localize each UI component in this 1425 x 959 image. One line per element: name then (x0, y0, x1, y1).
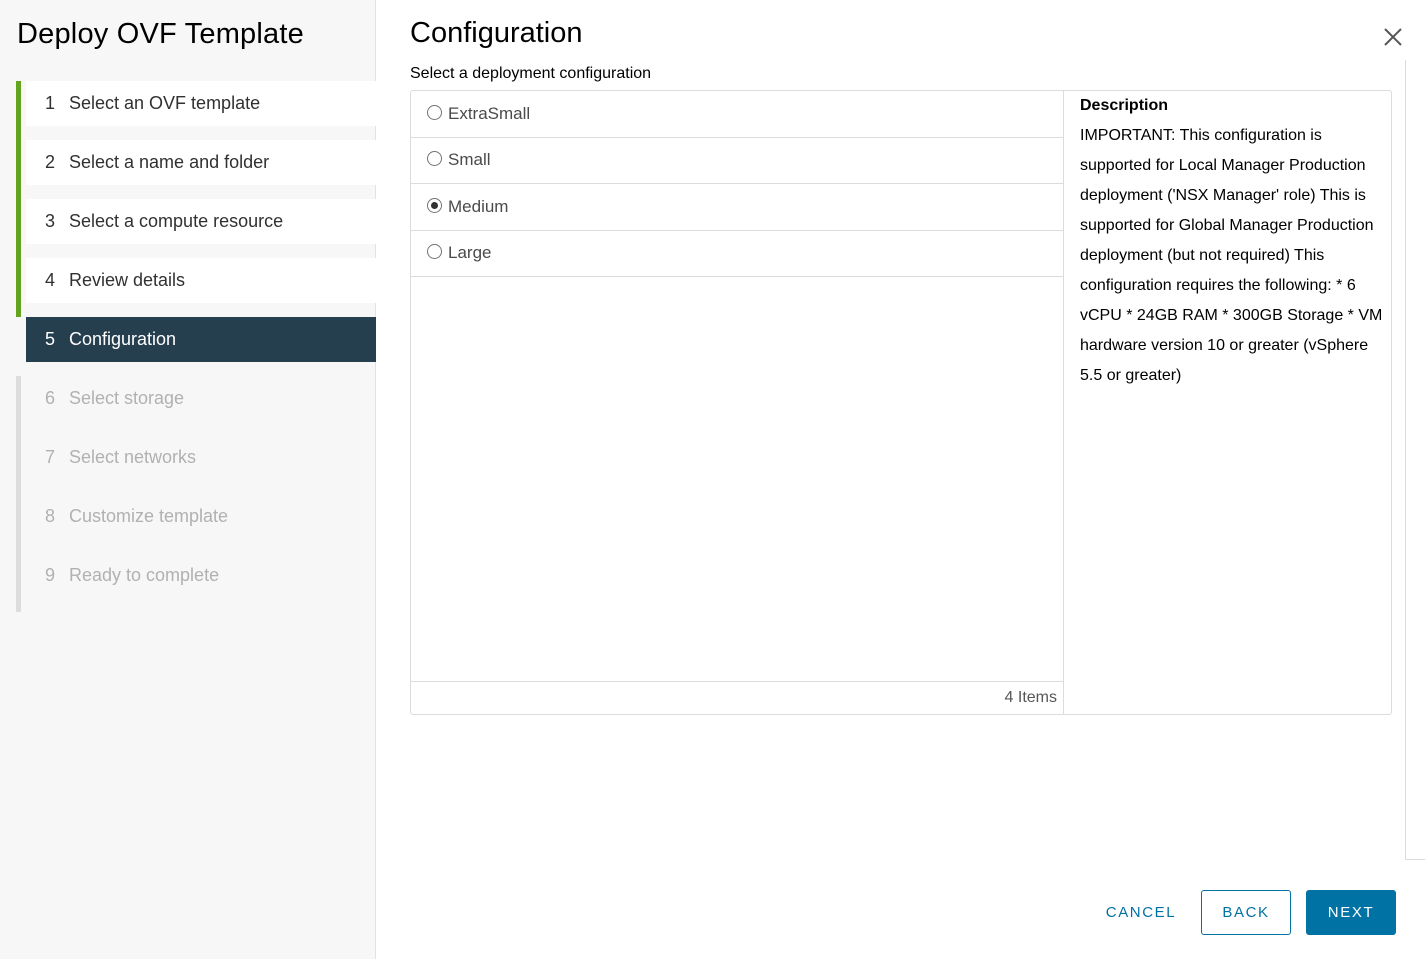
step-select-ovf-template[interactable]: 1 Select an OVF template (16, 81, 376, 140)
step-status-bar (16, 81, 21, 140)
section-subtitle: Select a deployment configuration (410, 65, 652, 82)
radio-button[interactable] (427, 151, 442, 167)
datagrid-footer-count: 4 Items (411, 681, 1063, 714)
option-label: Medium (448, 196, 509, 216)
step-status-bar (16, 435, 21, 494)
step-label: Select networks (69, 447, 197, 467)
step-select-compute-resource[interactable]: 3 Select a compute resource (16, 199, 376, 258)
step-label: Customize template (69, 506, 229, 526)
step-label: Select a compute resource (69, 211, 284, 231)
scrollbar[interactable] (1405, 60, 1425, 860)
step-label: Select storage (69, 388, 185, 408)
step-ready-to-complete: 9 Ready to complete (16, 553, 376, 612)
step-status-bar (16, 494, 21, 553)
step-status-bar (16, 199, 21, 258)
option-large[interactable]: Large (411, 231, 1063, 277)
step-label: Select an OVF template (69, 93, 261, 113)
option-label: ExtraSmall (448, 103, 531, 123)
step-number: 9 (45, 565, 56, 585)
radio-button-selected[interactable] (427, 197, 442, 213)
option-extrasmall[interactable]: ExtraSmall (411, 91, 1063, 138)
page-title: Configuration (410, 17, 583, 49)
wizard-steps: 1 Select an OVF template 2 Select a name a… (16, 81, 376, 612)
close-icon[interactable] (1382, 26, 1404, 48)
step-number: 4 (45, 270, 56, 290)
radio-button[interactable] (427, 104, 442, 120)
step-label: Configuration (69, 329, 177, 349)
option-medium[interactable]: Medium (411, 184, 1063, 231)
step-number: 5 (45, 329, 56, 349)
wizard-nav: Deploy OVF Template 1 Select an OVF templ… (0, 0, 376, 959)
description-text: IMPORTANT: This configuration is support… (1080, 127, 1383, 384)
configuration-list: ExtraSmall Small Medium Large 4 Items (411, 91, 1064, 714)
step-label: Ready to complete (69, 565, 220, 585)
step-number: 7 (45, 447, 56, 467)
step-configuration[interactable]: 5 Configuration (16, 317, 376, 376)
option-label: Small (448, 150, 491, 170)
step-status-bar (16, 140, 21, 199)
radio-button[interactable] (427, 244, 442, 260)
step-status-bar (16, 376, 21, 435)
step-number: 2 (45, 152, 56, 172)
step-number: 8 (45, 506, 56, 526)
step-customize-template: 8 Customize template (16, 494, 376, 553)
step-status-bar (16, 258, 21, 317)
back-button[interactable]: BACK (1201, 890, 1291, 935)
cancel-button[interactable]: CANCEL (1095, 890, 1187, 935)
description-panel: Description IMPORTANT: This configuratio… (1080, 95, 1385, 391)
option-small[interactable]: Small (411, 138, 1063, 184)
option-label: Large (448, 243, 492, 263)
step-number: 3 (45, 211, 56, 231)
step-number: 6 (45, 388, 56, 408)
step-number: 1 (45, 93, 56, 113)
configuration-datagrid: ExtraSmall Small Medium Large 4 Items De… (410, 90, 1392, 715)
step-label: Select a name and folder (69, 152, 270, 172)
step-label: Review details (69, 270, 186, 290)
description-heading: Description (1080, 97, 1169, 114)
next-button[interactable]: NEXT (1306, 890, 1396, 935)
step-select-storage: 6 Select storage (16, 376, 376, 435)
step-select-name-folder[interactable]: 2 Select a name and folder (16, 140, 376, 199)
step-review-details[interactable]: 4 Review details (16, 258, 376, 317)
step-status-bar (16, 317, 21, 376)
step-select-networks: 7 Select networks (16, 435, 376, 494)
step-status-bar (16, 553, 21, 612)
wizard-title: Deploy OVF Template (17, 18, 304, 50)
